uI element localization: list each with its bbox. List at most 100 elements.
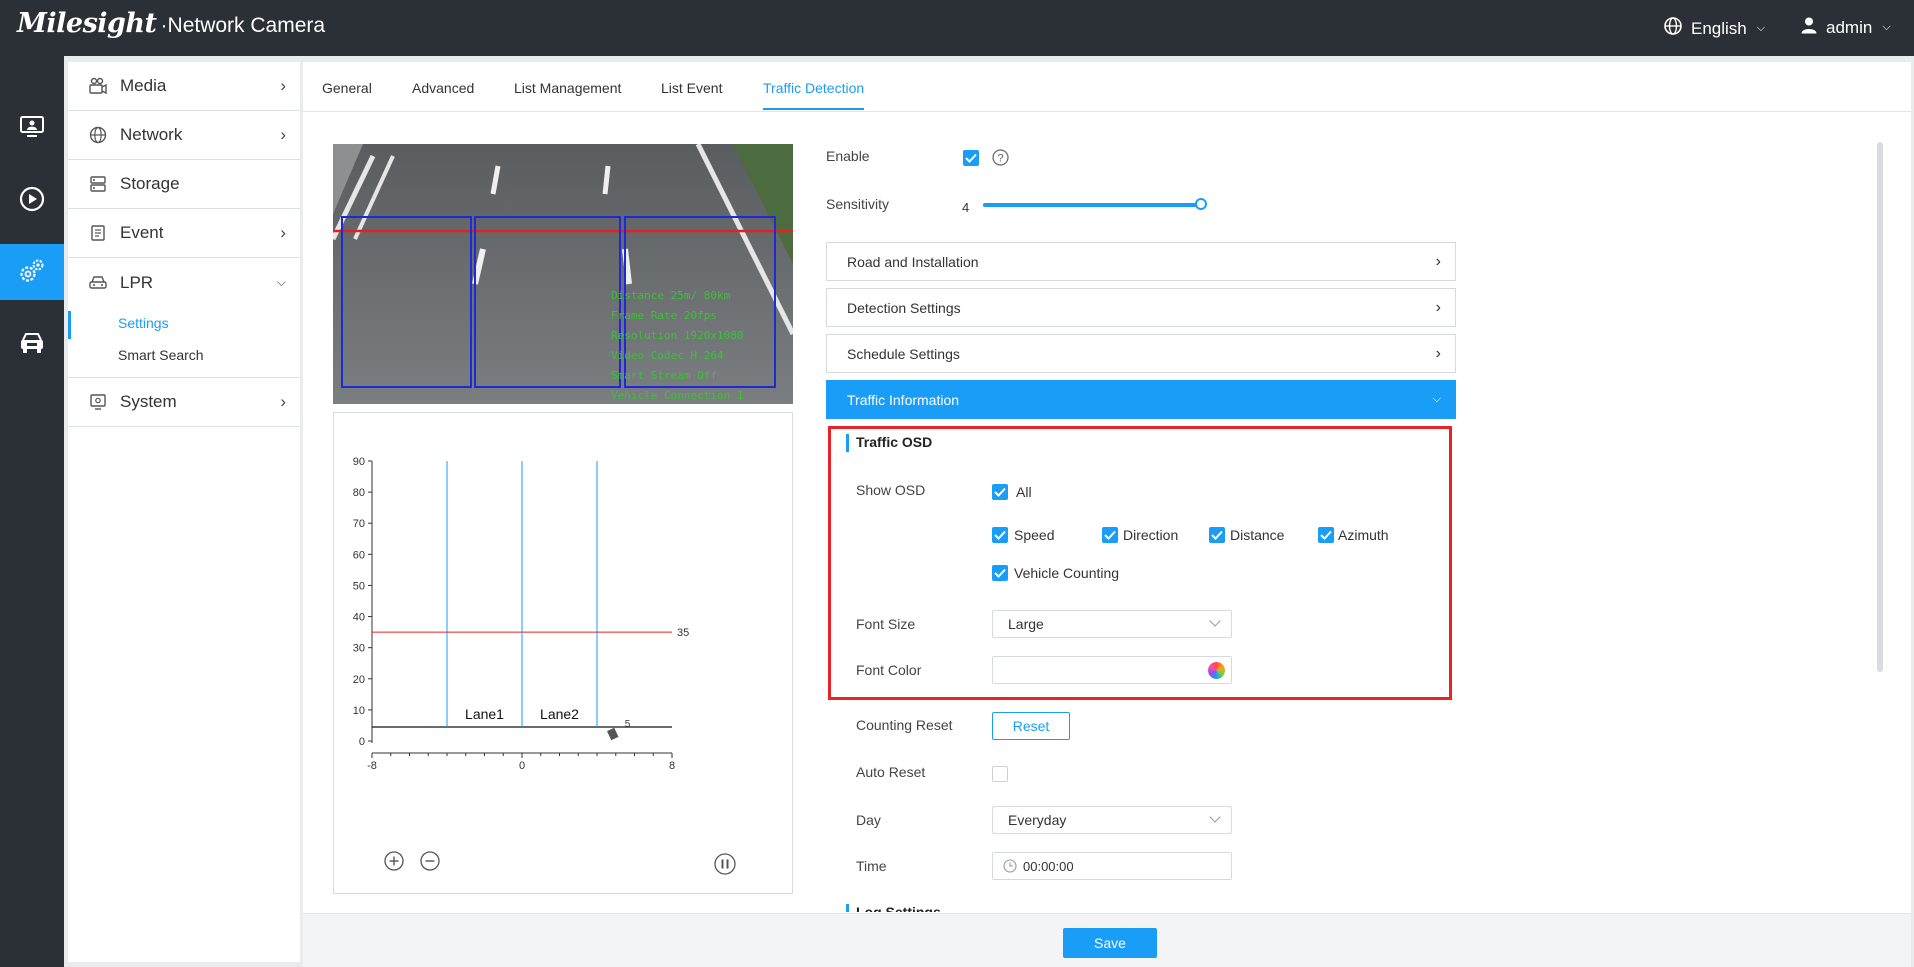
font-color-label: Font Color [856,662,922,678]
osd-line: Frame Rate 20fps [611,309,717,322]
accordion-label: Traffic Information [847,391,960,408]
sensitivity-value: 4 [962,200,970,215]
accordion-road-installation[interactable]: Road and Installation › [826,242,1456,281]
accordion-schedule-settings[interactable]: Schedule Settings › [826,334,1456,373]
help-icon[interactable]: ? [992,149,1009,169]
slider-handle[interactable] [1195,198,1207,210]
y-tick-label: 70 [353,518,365,530]
accordion-detection-settings[interactable]: Detection Settings › [826,288,1456,327]
y-tick-label: 80 [353,487,365,499]
osd-vehicle-counting-label: Vehicle Counting [1014,565,1120,581]
user-name: admin [1826,17,1873,37]
font-color-picker[interactable] [992,656,1232,684]
osd-distance-checkbox[interactable] [1209,527,1225,543]
scrollbar[interactable] [1877,142,1883,672]
osd-distance-label: Distance [1230,527,1285,543]
sensitivity-slider[interactable] [983,198,1207,210]
time-input[interactable]: 00:00:00 [992,852,1232,880]
x-tick-label: 0 [519,760,525,772]
accordion-label: Road and Installation [847,253,979,270]
y-tick-label: 0 [359,736,365,748]
y-tick-label: 30 [353,643,365,655]
chevron-right-icon: › [280,125,286,144]
osd-azimuth-checkbox[interactable] [1318,527,1334,543]
radar-marker-label: 5 [625,719,631,730]
radar-marker [607,727,619,741]
auto-reset-label: Auto Reset [856,764,926,780]
tab-list-event[interactable]: List Event [661,80,722,96]
globe-icon [1663,16,1683,41]
zoom-in-icon[interactable] [384,851,404,874]
time-label: Time [856,858,887,874]
zoom-out-icon[interactable] [420,851,440,874]
car-icon [88,273,108,293]
language-selector[interactable]: English ⌵ [1663,16,1765,41]
osd-direction-label: Direction [1123,527,1179,543]
rail-playback[interactable] [0,172,64,228]
sidebar-item-storage[interactable]: Storage [68,160,300,209]
save-button[interactable]: Save [1063,928,1157,958]
reset-button[interactable]: Reset [992,712,1070,740]
tab-list-management[interactable]: List Management [514,80,621,96]
auto-reset-checkbox[interactable] [992,766,1008,782]
sidebar: Media › Network › Storage Event › LPR ⌵ … [68,62,300,962]
video-osd-overlay: Distance 25m/ 80km Frame Rate 20fps Reso… [611,286,743,404]
sensitivity-label: Sensitivity [826,196,890,212]
enable-checkbox[interactable] [963,150,979,166]
tab-advanced[interactable]: Advanced [412,80,474,96]
media-icon [88,76,108,96]
rail-vehicle[interactable] [0,316,64,372]
y-tick-label: 60 [353,549,365,561]
chevron-right-icon: › [280,223,286,242]
osd-line: Smart Stream Off [611,369,717,382]
osd-line: Distance 25m/ 80km [611,289,731,302]
osd-all-checkbox[interactable] [992,484,1008,500]
sidebar-item-system[interactable]: System › [68,378,300,427]
user-menu[interactable]: admin ⌵ [1800,16,1891,39]
accordion-label: Detection Settings [847,299,961,316]
osd-direction-checkbox[interactable] [1102,527,1118,543]
font-size-select[interactable]: Large [992,610,1232,638]
chevron-right-icon: › [280,392,286,411]
main-panel: General Advanced List Management List Ev… [303,62,1911,967]
rail-settings[interactable] [0,244,64,300]
chevron-down-icon: ⌵ [1756,22,1766,34]
osd-vehicle-counting-checkbox[interactable] [992,565,1008,581]
counting-reset-label: Counting Reset [856,717,953,733]
pause-icon[interactable] [714,853,736,878]
sidebar-item-network[interactable]: Network › [68,111,300,160]
clock-icon [1003,859,1017,876]
log-settings-title: Log Settings [846,904,941,912]
sidebar-subitem-smart-search[interactable]: Smart Search [68,339,300,371]
chevron-right-icon: › [1435,298,1441,316]
sidebar-item-media[interactable]: Media › [68,62,300,111]
sidebar-subitem-settings[interactable]: Settings [68,307,300,339]
time-value: 00:00:00 [1023,858,1074,874]
monitor-icon [19,114,45,143]
radar-chart: 9080706050403020100-8 0 835Lane1 Lane25 [353,456,690,772]
sidebar-item-event[interactable]: Event › [68,209,300,258]
tab-general[interactable]: General [322,80,372,96]
top-bar: Milesight ·Network Camera English ⌵ admi… [0,0,1914,56]
system-icon [88,392,108,412]
tab-traffic-detection[interactable]: Traffic Detection [763,80,865,110]
x-tick-label: -8 [367,760,377,772]
sidebar-item-lpr[interactable]: LPR ⌵ [68,258,300,307]
video-preview: Distance 25m/ 80km Frame Rate 20fps Reso… [333,144,793,404]
chevron-down-icon [1209,811,1221,823]
day-select[interactable]: Everyday [992,806,1232,834]
storage-icon [88,174,108,194]
y-tick-label: 50 [353,580,365,592]
sidebar-item-label: Media [120,76,167,95]
sidebar-item-label: Event [120,223,164,242]
osd-line: Video Codec H.264 [611,349,724,362]
accordion-traffic-information[interactable]: Traffic Information ⌵ [826,380,1456,419]
lane-label: Lane1 [465,706,504,722]
osd-speed-checkbox[interactable] [992,527,1008,543]
icon-rail [0,56,64,967]
y-tick-label: 90 [353,456,365,468]
traffic-osd-title: Traffic OSD [846,434,932,452]
rail-live-view[interactable] [0,100,64,156]
language-label: English [1691,18,1747,38]
event-icon [88,223,108,243]
